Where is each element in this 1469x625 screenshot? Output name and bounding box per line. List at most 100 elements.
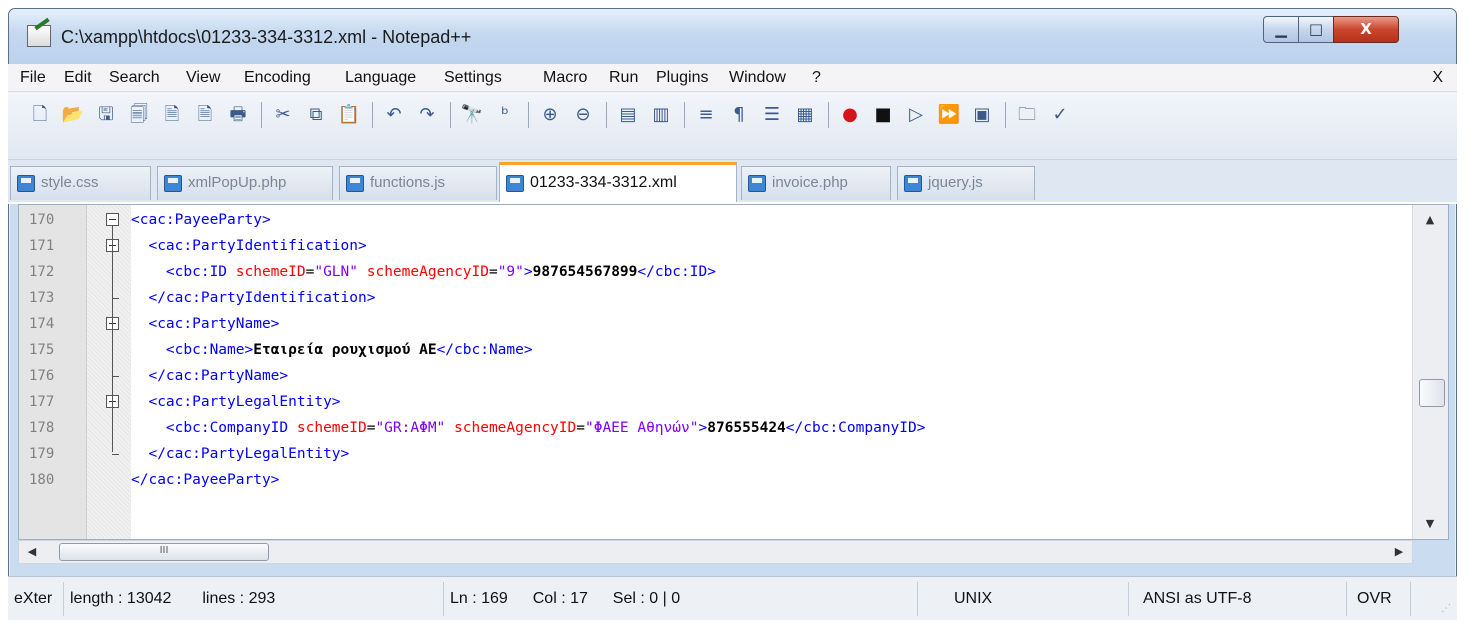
resize-grip-icon[interactable]: ⋰ — [1441, 603, 1451, 614]
user-lang-icon[interactable]: ▦ — [793, 103, 817, 127]
line-number: 172 — [29, 264, 55, 280]
toolbar: 🗋 📂 🖫 🗐 🗎 🗎 🖶 ✂ ⧉ 📋 ↶ ↷ 🔭 ᵇ ⊕ ⊖ ▤ ▥ ≡ ¶ ☰ ▦ ● ■ ▷ ⏩ ▣ 🗀 ✓ — [8, 92, 1457, 160]
scroll-down-arrow-icon[interactable]: ▼ — [1413, 513, 1447, 535]
menu-macro[interactable]: Macro — [543, 69, 587, 87]
paste-icon[interactable]: 📋 — [337, 103, 361, 127]
redo-icon[interactable]: ↷ — [415, 103, 439, 127]
code-text-area[interactable]: <cac:PayeeParty> <cac:PartyIdentificatio… — [131, 205, 1411, 539]
menu-window[interactable]: Window — [729, 69, 786, 87]
code-line[interactable]: <cac:PartyIdentification> — [131, 233, 1411, 259]
menu-file[interactable]: File — [20, 69, 46, 87]
menu-edit[interactable]: Edit — [64, 69, 92, 87]
copy-icon[interactable]: ⧉ — [304, 103, 328, 127]
scroll-left-arrow-icon[interactable]: ◀ — [21, 541, 43, 563]
spellcheck-icon[interactable]: ✓ — [1048, 103, 1072, 127]
minimize-button[interactable]: ▁ — [1263, 16, 1299, 43]
code-token-tag: > — [523, 264, 533, 280]
save-icon[interactable]: 🖫 — [94, 103, 118, 127]
toolbar-separator — [261, 102, 262, 128]
vertical-scrollbar[interactable]: ▲ ▼ — [1412, 205, 1448, 539]
fold-margin[interactable] — [87, 205, 131, 539]
horizontal-scroll-thumb[interactable]: III — [59, 543, 269, 561]
code-token-sp — [131, 446, 148, 462]
cut-icon[interactable]: ✂ — [271, 103, 295, 127]
code-line[interactable]: <cac:PayeeParty> — [131, 207, 1411, 233]
code-line[interactable]: </cac:PartyIdentification> — [131, 285, 1411, 311]
sync-horizontal-icon[interactable]: ▥ — [649, 103, 673, 127]
replace-icon[interactable]: ᵇ — [493, 103, 517, 127]
code-editor[interactable]: 170 171 172 173 174 175 176 177 178 179 180 <cac:P… — [18, 204, 1449, 540]
code-token-tag: </cbc:Name> — [436, 342, 533, 358]
tab-label: jquery.js — [928, 174, 983, 191]
code-line[interactable]: </cac:PayeeParty> — [131, 467, 1411, 493]
close-window-button[interactable]: X — [1333, 16, 1399, 43]
fold-toggle-icon[interactable] — [106, 213, 119, 226]
menu-bar: File Edit Search View Encoding Language … — [8, 64, 1457, 92]
print-icon[interactable]: 🖶 — [226, 103, 250, 127]
menu-settings[interactable]: Settings — [444, 69, 502, 87]
undo-icon[interactable]: ↶ — [382, 103, 406, 127]
show-all-chars-icon[interactable]: ¶ — [727, 103, 751, 127]
status-length: length : 13042 — [70, 590, 172, 607]
line-number: 177 — [29, 394, 55, 410]
tab-label: functions.js — [370, 174, 446, 191]
zoom-in-icon[interactable]: ⊕ — [538, 103, 562, 127]
close-icon[interactable]: 🗎 — [160, 103, 184, 127]
close-document-button[interactable]: X — [1432, 69, 1443, 87]
horizontal-scrollbar[interactable]: ◀ III ▶ — [18, 540, 1413, 564]
menu-language[interactable]: Language — [345, 69, 416, 87]
sync-vertical-icon[interactable]: ▤ — [616, 103, 640, 127]
code-line[interactable]: <cac:PartyName> — [131, 311, 1411, 337]
tab-label: style.css — [41, 174, 99, 191]
line-number: 171 — [29, 238, 55, 254]
menu-view[interactable]: View — [186, 69, 220, 87]
stop-macro-icon[interactable]: ■ — [871, 103, 895, 127]
run-macro-multiple-icon[interactable]: ⏩ — [937, 103, 961, 127]
status-position: Ln : 169 Col : 17 Sel : 0 | 0 — [444, 582, 918, 616]
code-line[interactable]: <cbc:CompanyID schemeID = "GR:ΑΦΜ" schemeA… — [131, 415, 1411, 441]
play-macro-icon[interactable]: ▷ — [904, 103, 928, 127]
code-line[interactable]: <cbc:Name>Εταιρεία ρουχισμού ΑΕ</cbc:Nam… — [131, 337, 1411, 363]
tab-jquery-js[interactable]: jquery.js — [897, 166, 1035, 200]
indent-guide-icon[interactable]: ☰ — [760, 103, 784, 127]
tab-functions-js[interactable]: functions.js — [339, 166, 497, 200]
tab-style-css[interactable]: style.css — [10, 166, 151, 200]
zoom-out-icon[interactable]: ⊖ — [571, 103, 595, 127]
new-file-icon[interactable]: 🗋 — [28, 103, 52, 127]
tab-active-xml[interactable]: 01233-334-3312.xml — [499, 162, 737, 202]
menu-help[interactable]: ? — [812, 69, 821, 87]
save-all-icon[interactable]: 🗐 — [127, 103, 151, 127]
menu-plugins[interactable]: Plugins — [656, 69, 708, 87]
code-line[interactable]: </cac:PartyName> — [131, 363, 1411, 389]
code-token-val: "9" — [497, 264, 524, 280]
toolbar-separator — [828, 102, 829, 128]
menu-run[interactable]: Run — [609, 69, 638, 87]
save-macro-icon[interactable]: ▣ — [970, 103, 994, 127]
code-token-tag: <cac:PartyLegalEntity> — [148, 394, 341, 410]
tab-invoice-php[interactable]: invoice.php — [741, 166, 891, 200]
folder-icon[interactable]: 🗀 — [1015, 103, 1039, 127]
code-line[interactable]: </cac:PartyLegalEntity> — [131, 441, 1411, 467]
scroll-right-arrow-icon[interactable]: ▶ — [1388, 541, 1410, 563]
floppy-disk-icon — [904, 175, 922, 192]
code-token-attr: schemeAgencyID — [366, 264, 489, 280]
open-file-icon[interactable]: 📂 — [61, 103, 85, 127]
scroll-up-arrow-icon[interactable]: ▲ — [1413, 209, 1447, 231]
tab-xmlpopup-php[interactable]: xmlPopUp.php — [157, 166, 333, 200]
vertical-scroll-thumb[interactable] — [1419, 379, 1445, 407]
menu-search[interactable]: Search — [109, 69, 160, 87]
record-macro-icon[interactable]: ● — [838, 103, 862, 127]
tab-label: xmlPopUp.php — [188, 174, 287, 191]
maximize-button[interactable]: □ — [1298, 16, 1334, 43]
code-token-attr: schemeID — [235, 264, 306, 280]
code-token-sp — [445, 420, 454, 436]
fold-end-tick — [112, 454, 119, 455]
close-all-icon[interactable]: 🗎 — [193, 103, 217, 127]
tab-label: invoice.php — [772, 174, 848, 191]
menu-encoding[interactable]: Encoding — [244, 69, 311, 87]
code-line[interactable]: <cac:PartyLegalEntity> — [131, 389, 1411, 415]
find-icon[interactable]: 🔭 — [460, 103, 484, 127]
word-wrap-icon[interactable]: ≡ — [694, 103, 718, 127]
title-bar[interactable]: C:\xampp\htdocs\01233-334-3312.xml - Not… — [9, 9, 1456, 64]
code-line[interactable]: <cbc:ID schemeID="GLN" schemeAgencyID="9… — [131, 259, 1411, 285]
